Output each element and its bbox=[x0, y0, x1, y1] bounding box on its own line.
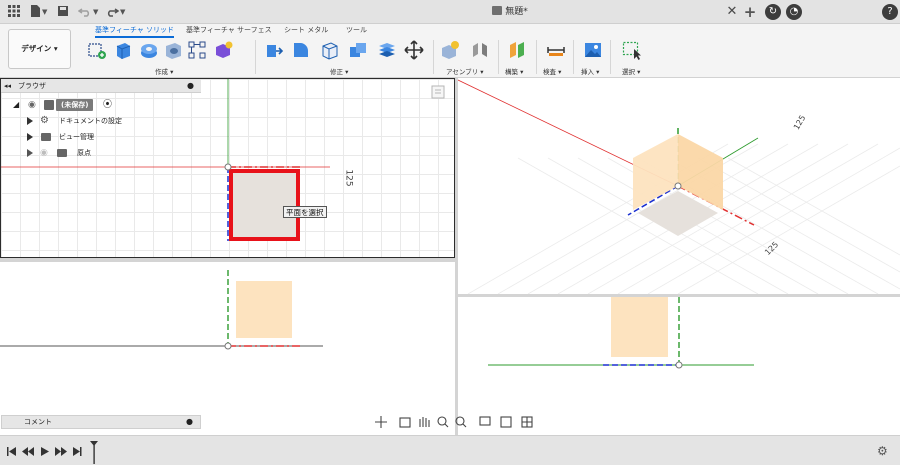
workspace-switcher-button[interactable]: デザイン ▾ bbox=[8, 29, 71, 69]
tab-tools[interactable]: ツール bbox=[346, 25, 367, 35]
viewport-front-canvas bbox=[0, 270, 323, 350]
ribbon-separator bbox=[255, 40, 256, 74]
create-sketch-icon[interactable] bbox=[87, 40, 107, 60]
navigation-tools bbox=[375, 416, 533, 428]
pattern-icon[interactable] bbox=[187, 40, 207, 60]
create-group-label[interactable]: 作成 ▾ bbox=[155, 66, 173, 76]
browser-panel: ◂◂ ブラウザ ● ◢ ◉ (未保存) ⦿ ⚙ ドキュメントの設定 ビュー管理 … bbox=[1, 79, 201, 161]
tab-solid[interactable]: 基準フィーチャ ソリッド bbox=[95, 25, 175, 38]
dimension-label: 125 bbox=[343, 169, 354, 187]
browser-item-label: 原点 bbox=[77, 149, 91, 157]
document-cube-icon bbox=[492, 6, 503, 15]
expand-icon[interactable] bbox=[27, 117, 33, 125]
ribbon-separator bbox=[498, 40, 499, 74]
job-status-icon[interactable]: ◔ bbox=[786, 4, 802, 20]
expand-root-icon[interactable]: ◢ bbox=[13, 97, 19, 113]
file-icon[interactable] bbox=[27, 4, 43, 20]
document-tab[interactable]: 無題* bbox=[300, 3, 720, 24]
viewport-iso[interactable]: 125 125 bbox=[458, 78, 900, 294]
replace-face-icon[interactable] bbox=[377, 40, 397, 60]
browser-item-origin[interactable]: ◉ 原点 bbox=[1, 145, 201, 161]
redo-chevron-icon[interactable]: ▼ bbox=[120, 4, 125, 20]
joint-icon[interactable] bbox=[470, 40, 490, 60]
viewport-front[interactable] bbox=[0, 262, 455, 435]
inspect-group-label[interactable]: 検査 ▾ bbox=[543, 66, 561, 76]
browser-title: ブラウザ bbox=[18, 82, 46, 90]
combine-icon[interactable] bbox=[348, 40, 368, 60]
fillet-icon[interactable] bbox=[291, 40, 311, 60]
revolve-icon[interactable] bbox=[139, 40, 159, 60]
gear-icon: ⚙ bbox=[40, 115, 49, 126]
save-icon[interactable] bbox=[55, 4, 71, 20]
comments-label: コメント bbox=[24, 418, 52, 426]
new-component-icon[interactable] bbox=[213, 40, 233, 60]
construct-group-label[interactable]: 構築 ▾ bbox=[505, 66, 523, 76]
help-icon[interactable]: ? bbox=[882, 4, 898, 20]
expand-icon[interactable] bbox=[27, 149, 33, 157]
viewport-divider-horizontal[interactable] bbox=[0, 258, 455, 262]
document-icon bbox=[44, 100, 54, 110]
ribbon-separator bbox=[573, 40, 574, 74]
extrude-icon[interactable] bbox=[113, 40, 133, 60]
browser-item-label: ドキュメントの設定 bbox=[59, 117, 122, 125]
select-plane-tooltip: 平面を選択 bbox=[283, 206, 327, 218]
folder-icon bbox=[57, 149, 67, 157]
new-component-assembly-icon[interactable] bbox=[440, 40, 460, 60]
insert-group-label[interactable]: 挿入 ▾ bbox=[581, 66, 599, 76]
timeline-controls bbox=[7, 441, 98, 464]
comments-panel[interactable]: コメント ● bbox=[1, 415, 201, 429]
press-pull-icon[interactable] bbox=[264, 40, 284, 60]
shell-icon[interactable] bbox=[320, 40, 340, 60]
measure-icon[interactable] bbox=[546, 40, 566, 60]
move-icon[interactable] bbox=[404, 40, 424, 60]
browser-item-document-settings[interactable]: ⚙ ドキュメントの設定 bbox=[1, 113, 201, 129]
tab-surface[interactable]: 基準フィーチャ サーフェス bbox=[186, 25, 272, 35]
redo-icon[interactable] bbox=[104, 4, 120, 20]
document-title: 無題* bbox=[505, 7, 528, 17]
hole-icon[interactable] bbox=[163, 40, 183, 60]
app-grid-icon[interactable] bbox=[6, 4, 22, 20]
navigation-bar bbox=[374, 414, 540, 430]
browser-item-root[interactable]: ◢ ◉ (未保存) ⦿ bbox=[1, 97, 201, 113]
timeline-settings-gear-icon[interactable]: ⚙ bbox=[877, 444, 888, 458]
visibility-eye-icon[interactable]: ◉ bbox=[28, 97, 36, 113]
timeline-bar: ⚙ bbox=[0, 435, 900, 465]
expand-icon[interactable] bbox=[27, 133, 33, 141]
collapse-icon[interactable]: ◂◂ bbox=[4, 79, 11, 93]
online-status-icon[interactable]: ↻ bbox=[765, 4, 781, 20]
ribbon-separator bbox=[536, 40, 537, 74]
browser-header: ◂◂ ブラウザ ● bbox=[1, 79, 201, 93]
tab-sheet-metal[interactable]: シート メタル bbox=[284, 25, 328, 35]
modify-group-label[interactable]: 修正 ▾ bbox=[330, 66, 348, 76]
activate-radio-icon[interactable]: ⦿ bbox=[103, 97, 112, 113]
insert-image-icon[interactable] bbox=[583, 40, 603, 60]
offset-plane-icon[interactable] bbox=[507, 40, 527, 60]
browser-item-label: (未保存) bbox=[56, 99, 94, 111]
browser-item-view-manager[interactable]: ビュー管理 bbox=[1, 129, 201, 145]
title-bar: ▼ ▼ ▼ 無題* ✕ + ↻ ◔ ? bbox=[0, 0, 900, 24]
assemble-group-label[interactable]: アセンブリ ▾ bbox=[446, 66, 484, 76]
viewport-divider-vertical[interactable] bbox=[455, 78, 458, 435]
file-menu-chevron-icon[interactable]: ▼ bbox=[42, 4, 47, 20]
folder-icon bbox=[41, 133, 51, 141]
ribbon-separator bbox=[610, 40, 611, 74]
undo-chevron-icon[interactable]: ▼ bbox=[93, 4, 98, 20]
viewport-divider-horizontal[interactable] bbox=[458, 294, 900, 297]
comments-pin-icon[interactable]: ● bbox=[186, 416, 193, 428]
select-group-label[interactable]: 選択 ▾ bbox=[622, 66, 640, 76]
ribbon-separator bbox=[433, 40, 434, 74]
new-tab-icon[interactable]: + bbox=[742, 4, 758, 20]
hidden-eye-icon[interactable]: ◉ bbox=[40, 145, 48, 161]
close-tab-icon[interactable]: ✕ bbox=[724, 4, 740, 20]
select-icon[interactable] bbox=[622, 40, 642, 60]
viewport-iso-canvas bbox=[458, 79, 900, 294]
toolbar-ribbon: デザイン ▾ 基準フィーチャ ソリッド 基準フィーチャ サーフェス シート メタ… bbox=[0, 24, 900, 78]
undo-icon[interactable] bbox=[77, 4, 93, 20]
browser-pin-icon[interactable]: ● bbox=[187, 79, 194, 93]
browser-item-label: ビュー管理 bbox=[59, 133, 94, 141]
